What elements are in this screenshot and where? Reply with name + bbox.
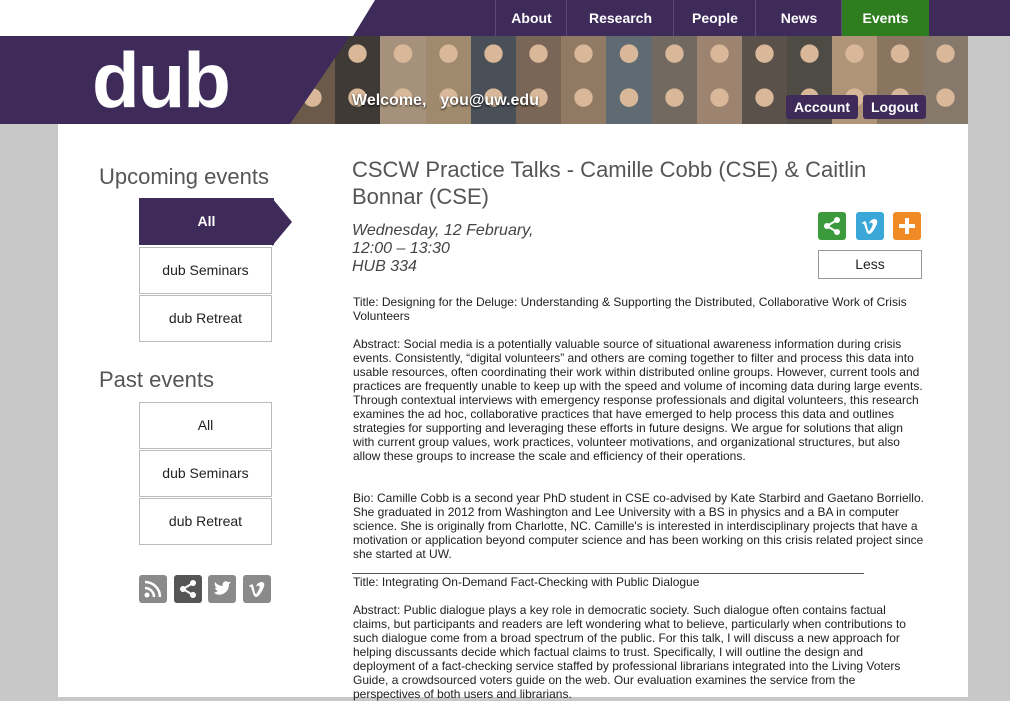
plus-icon[interactable] <box>893 212 921 240</box>
dub-logo[interactable]: dub <box>92 36 231 124</box>
person-photo <box>696 80 742 124</box>
person-photo <box>787 36 833 80</box>
logout-button[interactable]: Logout <box>863 95 927 119</box>
vimeo-icon[interactable] <box>243 575 271 603</box>
share-icon[interactable] <box>174 575 202 603</box>
talk1-bio: Bio: Camille Cobb is a second year PhD s… <box>353 491 924 561</box>
person-photo <box>290 36 336 80</box>
banner: dub Welcome, you@uw.edu Account Logout <box>0 36 968 124</box>
person-photo <box>696 36 742 80</box>
twitter-icon[interactable] <box>208 575 236 603</box>
person-photo <box>425 36 471 80</box>
event-time: 12:00 – 13:30 <box>352 240 450 257</box>
page-margin <box>968 36 1010 697</box>
welcome-label: Welcome, <box>352 92 427 109</box>
past-all-button[interactable]: All <box>139 402 272 449</box>
upcoming-dub-retreat-button[interactable]: dub Retreat <box>139 295 272 342</box>
talk1-title: Title: Designing for the Deluge: Underst… <box>353 295 907 323</box>
person-photo <box>922 80 968 124</box>
nav-about[interactable]: About <box>495 0 567 36</box>
person-photo <box>832 36 878 80</box>
main-nav: About Research People News Events <box>353 0 1010 36</box>
top-bar: About Research People News Events <box>0 0 1010 36</box>
talk2-abstract: Abstract: Public dialogue plays a key ro… <box>353 603 906 701</box>
person-photo <box>922 36 968 80</box>
person-photo <box>335 36 381 80</box>
past-events-heading: Past events <box>99 367 214 392</box>
person-photo <box>651 80 697 124</box>
person-photo <box>877 36 923 80</box>
talk2-title: Title: Integrating On-Demand Fact-Checki… <box>353 575 700 589</box>
less-button[interactable]: Less <box>818 250 922 279</box>
welcome-message: Welcome, you@uw.edu <box>352 92 539 110</box>
share-icon[interactable] <box>818 212 846 240</box>
event-date: Wednesday, 12 February, <box>352 222 534 239</box>
talk1-abstract: Abstract: Social media is a potentially … <box>353 337 923 463</box>
person-photo <box>561 36 607 80</box>
person-photo <box>606 80 652 124</box>
active-arrow <box>272 198 292 246</box>
nav-people[interactable]: People <box>673 0 756 36</box>
past-dub-retreat-button[interactable]: dub Retreat <box>139 498 272 545</box>
person-photo <box>651 36 697 80</box>
event-location: HUB 334 <box>352 258 417 275</box>
upcoming-all-button[interactable]: All <box>139 198 274 245</box>
person-photo <box>515 36 562 80</box>
talk-divider <box>352 573 864 574</box>
event-title: CSCW Practice Talks - Camille Cobb (CSE)… <box>352 157 867 209</box>
past-dub-seminars-button[interactable]: dub Seminars <box>139 450 272 497</box>
user-email: you@uw.edu <box>440 92 539 109</box>
upcoming-dub-seminars-button[interactable]: dub Seminars <box>139 247 272 294</box>
person-photo <box>606 36 652 80</box>
nav-research[interactable]: Research <box>566 0 674 36</box>
nav-news[interactable]: News <box>755 0 842 36</box>
person-photo <box>470 36 516 80</box>
person-photo <box>290 80 336 124</box>
person-photo <box>561 80 607 124</box>
upcoming-events-heading: Upcoming events <box>99 164 269 189</box>
account-button[interactable]: Account <box>786 95 858 119</box>
person-photo <box>741 80 788 124</box>
nav-events[interactable]: Events <box>841 0 929 36</box>
rss-icon[interactable] <box>139 575 167 603</box>
person-photo <box>741 36 788 80</box>
person-photo <box>380 36 426 80</box>
vimeo-icon[interactable] <box>856 212 884 240</box>
